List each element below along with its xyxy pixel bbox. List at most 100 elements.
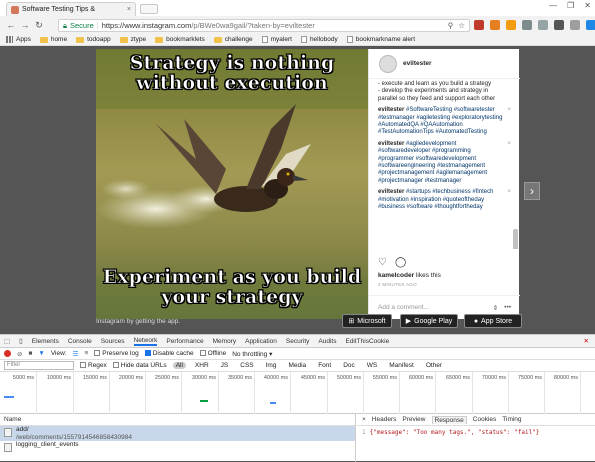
checkbox-icon xyxy=(80,362,86,369)
type-filter-doc[interactable]: Doc xyxy=(340,362,358,369)
next-post-button[interactable]: › xyxy=(524,182,540,200)
post-username[interactable]: eviltester xyxy=(403,60,432,67)
type-filter-manifest[interactable]: Manifest xyxy=(386,362,417,369)
comment-username[interactable]: eviltester xyxy=(378,107,404,113)
throttling-select[interactable]: No throttling ▾ xyxy=(232,350,272,358)
type-filter-xhr[interactable]: XHR xyxy=(192,362,212,369)
maximize-button[interactable]: ❐ xyxy=(567,1,574,10)
disable-cache-checkbox[interactable]: Disable cache xyxy=(144,350,194,357)
inspect-icon[interactable]: ⬚ xyxy=(4,337,10,345)
clear-icon[interactable]: ⊘ xyxy=(17,350,22,358)
type-filter-css[interactable]: CSS xyxy=(237,362,256,369)
comment-hashtags[interactable]: #agiledevelopment #softwaredeveloper #pr… xyxy=(378,141,487,184)
bookmark-ztype[interactable]: ztype xyxy=(119,36,146,43)
extension-icon[interactable] xyxy=(538,20,548,30)
bookmark-todoapp[interactable]: todoapp xyxy=(76,36,111,43)
extension-icon[interactable] xyxy=(570,20,580,30)
close-devtools-icon[interactable]: ✕ xyxy=(584,337,589,345)
address-bar[interactable]: 🔒︎ Secure | https://www.instagram.com/p/… xyxy=(58,19,470,32)
extension-icon[interactable] xyxy=(490,20,500,30)
type-filter-ws[interactable]: WS xyxy=(364,362,380,369)
extension-icon[interactable] xyxy=(506,20,516,30)
likes-username[interactable]: kamelcoder xyxy=(378,272,414,279)
type-filter-all[interactable]: All xyxy=(172,362,186,369)
tab-audits[interactable]: Audits xyxy=(318,338,336,345)
bookmark-apps[interactable]: Apps xyxy=(6,36,31,43)
tab-application[interactable]: Application xyxy=(245,338,277,345)
new-tab-button[interactable] xyxy=(140,4,158,14)
tab-timing[interactable]: Timing xyxy=(502,416,521,423)
comment-input[interactable]: Add a comment... xyxy=(378,304,429,311)
request-row[interactable]: add/ /web/comments/1557914546858430984 xyxy=(0,426,355,441)
delete-comment-icon[interactable]: × xyxy=(507,141,511,148)
response-body[interactable]: 1 {"message": "Too many tags.", "status"… xyxy=(357,426,595,439)
microsoft-store-button[interactable]: ⊞ Microsoft xyxy=(342,314,392,328)
type-filter-js[interactable]: JS xyxy=(218,362,232,369)
forward-icon[interactable]: → xyxy=(20,20,30,30)
type-filter-font[interactable]: Font xyxy=(315,362,334,369)
preserve-log-checkbox[interactable]: Preserve log xyxy=(94,350,139,357)
extension-icon[interactable] xyxy=(522,20,532,30)
tab-performance[interactable]: Performance xyxy=(166,338,203,345)
request-row[interactable]: logging_client_events xyxy=(0,441,355,452)
name-column-header[interactable]: Name xyxy=(0,414,355,426)
bookmark-star-icon[interactable]: ☆ xyxy=(458,21,465,30)
tab-response[interactable]: Response xyxy=(431,415,467,424)
avatar[interactable] xyxy=(379,54,397,73)
close-detail-icon[interactable]: × xyxy=(362,416,366,423)
tab-cookies[interactable]: Cookies xyxy=(473,416,496,423)
bookmark-bookmarklets[interactable]: bookmarklets xyxy=(155,36,205,43)
offline-checkbox[interactable]: Offline xyxy=(199,350,226,357)
regex-checkbox[interactable]: Regex xyxy=(80,362,107,369)
google-play-button[interactable]: ▶ Google Play xyxy=(400,314,458,328)
tab-security[interactable]: Security xyxy=(286,338,309,345)
back-icon[interactable]: ← xyxy=(6,20,16,30)
updown-icon[interactable]: ⇕ xyxy=(493,304,498,312)
bookmark-myalert[interactable]: myalert xyxy=(261,36,292,43)
delete-comment-icon[interactable]: × xyxy=(507,189,511,196)
filter-icon[interactable]: ▼ xyxy=(38,350,44,357)
camera-icon[interactable]: ■ xyxy=(28,350,32,357)
bookmark-bookmarkname-alert[interactable]: bookmarkname alert xyxy=(346,36,415,43)
extension-icon[interactable] xyxy=(586,20,595,30)
browser-tab[interactable]: Software Testing Tips & × xyxy=(6,2,136,16)
minimize-button[interactable]: — xyxy=(549,1,557,10)
comments-scrollbar[interactable] xyxy=(513,229,518,249)
comments-list[interactable]: - execute and learn as you build a strat… xyxy=(369,79,520,249)
extension-icon[interactable] xyxy=(554,20,564,30)
search-icon[interactable]: ⚲ xyxy=(448,21,454,30)
reload-icon[interactable]: ↻ xyxy=(34,20,44,30)
app-store-button[interactable]: ● App Store xyxy=(464,314,522,328)
type-filter-img[interactable]: Img xyxy=(263,362,280,369)
comment-bubble-icon[interactable]: ◯ xyxy=(395,257,406,268)
more-options-icon[interactable]: ••• xyxy=(504,304,511,312)
heart-icon[interactable]: ♡ xyxy=(378,257,387,268)
waterfall-icon[interactable]: ≡ xyxy=(84,350,88,357)
type-filter-media[interactable]: Media xyxy=(285,362,309,369)
bookmark-home[interactable]: home xyxy=(39,36,67,43)
comment-username[interactable]: eviltester xyxy=(378,189,404,195)
record-icon[interactable] xyxy=(4,350,11,357)
comment-username[interactable]: eviltester xyxy=(378,141,404,147)
tab-sources[interactable]: Sources xyxy=(101,338,125,345)
tab-preview[interactable]: Preview xyxy=(402,416,425,423)
extension-icon[interactable] xyxy=(474,20,484,30)
device-toggle-icon[interactable]: ▯ xyxy=(19,337,23,345)
type-filter-other[interactable]: Other xyxy=(423,362,445,369)
tab-memory[interactable]: Memory xyxy=(213,338,236,345)
filter-input[interactable]: Filter xyxy=(4,361,74,370)
bookmark-challenge[interactable]: challenge xyxy=(213,36,253,43)
window-close-button[interactable]: ✕ xyxy=(584,1,591,10)
large-rows-icon[interactable]: ☰ xyxy=(73,350,79,358)
bookmark-hellobody[interactable]: hellobody xyxy=(300,36,338,43)
post-image[interactable]: Strategy is nothing without execution Ex… xyxy=(96,49,368,319)
tab-network[interactable]: Network xyxy=(133,337,158,346)
tab-headers[interactable]: Headers xyxy=(372,416,397,423)
tab-console[interactable]: Console xyxy=(68,338,92,345)
tab-editthiscookie[interactable]: EditThisCookie xyxy=(345,338,389,345)
hide-data-urls-checkbox[interactable]: Hide data URLs xyxy=(112,362,167,369)
delete-comment-icon[interactable]: × xyxy=(507,107,511,114)
network-timeline[interactable]: 5000 ms 10000 ms 15000 ms 20000 ms 25000 ms 3… xyxy=(0,372,595,414)
tab-elements[interactable]: Elements xyxy=(32,338,59,345)
tab-close-icon[interactable]: × xyxy=(127,6,131,13)
